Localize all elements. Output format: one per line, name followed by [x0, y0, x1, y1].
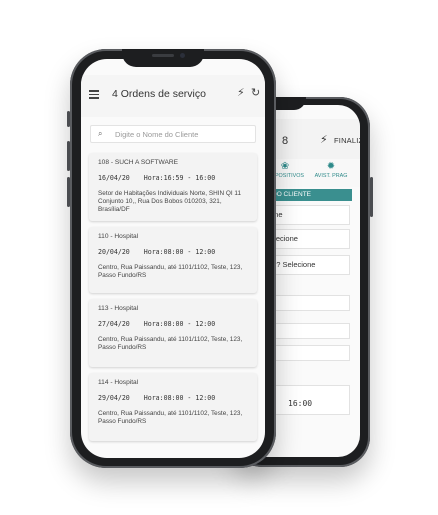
order-address: Centro, Rua Paissandu, até 1101/1102, Te…: [98, 336, 243, 352]
order-date: 27/04/20: [98, 320, 130, 328]
time-value: 16:00: [288, 399, 313, 408]
order-schedule: 29/04/20 Hora:08:00 - 12:00: [98, 394, 249, 402]
order-time: Hora:16:59 - 16:00: [143, 174, 216, 182]
search-bar[interactable]: ⌕: [90, 125, 256, 143]
order-card-3[interactable]: 113 - Hospital 27/04/20 Hora:08:00 - 12:0…: [89, 299, 257, 367]
tab-avist-prag[interactable]: ✹ AVIST. PRAG: [308, 161, 354, 179]
volume-up-button: [67, 141, 70, 171]
flash-icon[interactable]: ⚡︎: [320, 133, 328, 146]
order-time: Hora:08:00 - 12:00: [143, 248, 216, 256]
page-title: 4 Ordens de serviço: [112, 88, 206, 100]
mute-switch: [67, 111, 70, 127]
order-card-4[interactable]: 114 - Hospital 29/04/20 Hora:08:00 - 12:0…: [89, 373, 257, 441]
order-card-2[interactable]: 110 - Hospital 20/04/20 Hora:08:00 - 12:0…: [89, 227, 257, 293]
refresh-icon[interactable]: ↻: [251, 86, 260, 99]
camera-icon: [180, 53, 185, 58]
order-date: 29/04/20: [98, 394, 130, 402]
order-schedule: 27/04/20 Hora:08:00 - 12:00: [98, 320, 249, 328]
app-header: 4 Ordens de serviço ⚡︎ ↻: [81, 75, 265, 117]
tab-avist-prag-label: AVIST. PRAG: [314, 173, 348, 179]
menu-icon[interactable]: [89, 90, 99, 99]
order-date: 20/04/20: [98, 248, 130, 256]
order-address: Centro, Rua Paissandu, até 1101/1102, Te…: [98, 264, 243, 280]
order-client: 114 - Hospital: [98, 379, 139, 386]
order-client: 110 - Hospital: [98, 233, 139, 240]
order-address: Setor de Habitações Individuais Norte, S…: [98, 190, 242, 214]
speaker-grille: [152, 54, 174, 57]
back-header-count: 8: [282, 135, 289, 147]
flash-icon[interactable]: ⚡︎: [237, 86, 245, 99]
bug-icon: ✹: [326, 161, 336, 172]
front-phone-screen: 4 Ordens de serviço ⚡︎ ↻ ⌕ 108 - SUCH A …: [81, 59, 265, 458]
order-schedule: 20/04/20 Hora:08:00 - 12:00: [98, 248, 249, 256]
front-phone-notch: [122, 49, 204, 67]
order-schedule: 16/04/20 Hora:16:59 - 16:00: [98, 174, 249, 182]
finalizar-button[interactable]: FINALIZAR: [334, 136, 360, 145]
order-date: 16/04/20: [98, 174, 130, 182]
order-card-1[interactable]: 108 - SUCH A SOFTWARE 16/04/20 Hora:16:59…: [89, 153, 257, 221]
volume-down-button: [67, 177, 70, 207]
order-client: 113 - Hospital: [98, 305, 139, 312]
power-button: [370, 177, 373, 217]
order-time: Hora:08:00 - 12:00: [143, 320, 216, 328]
order-client: 108 - SUCH A SOFTWARE: [98, 159, 178, 166]
search-input[interactable]: [115, 128, 250, 140]
order-time: Hora:08:00 - 12:00: [143, 394, 216, 402]
front-phone-mockup: 4 Ordens de serviço ⚡︎ ↻ ⌕ 108 - SUCH A …: [67, 49, 276, 468]
order-address: Centro, Rua Paissandu, até 1101/1102, Te…: [98, 410, 243, 426]
search-icon: ⌕: [98, 129, 103, 138]
